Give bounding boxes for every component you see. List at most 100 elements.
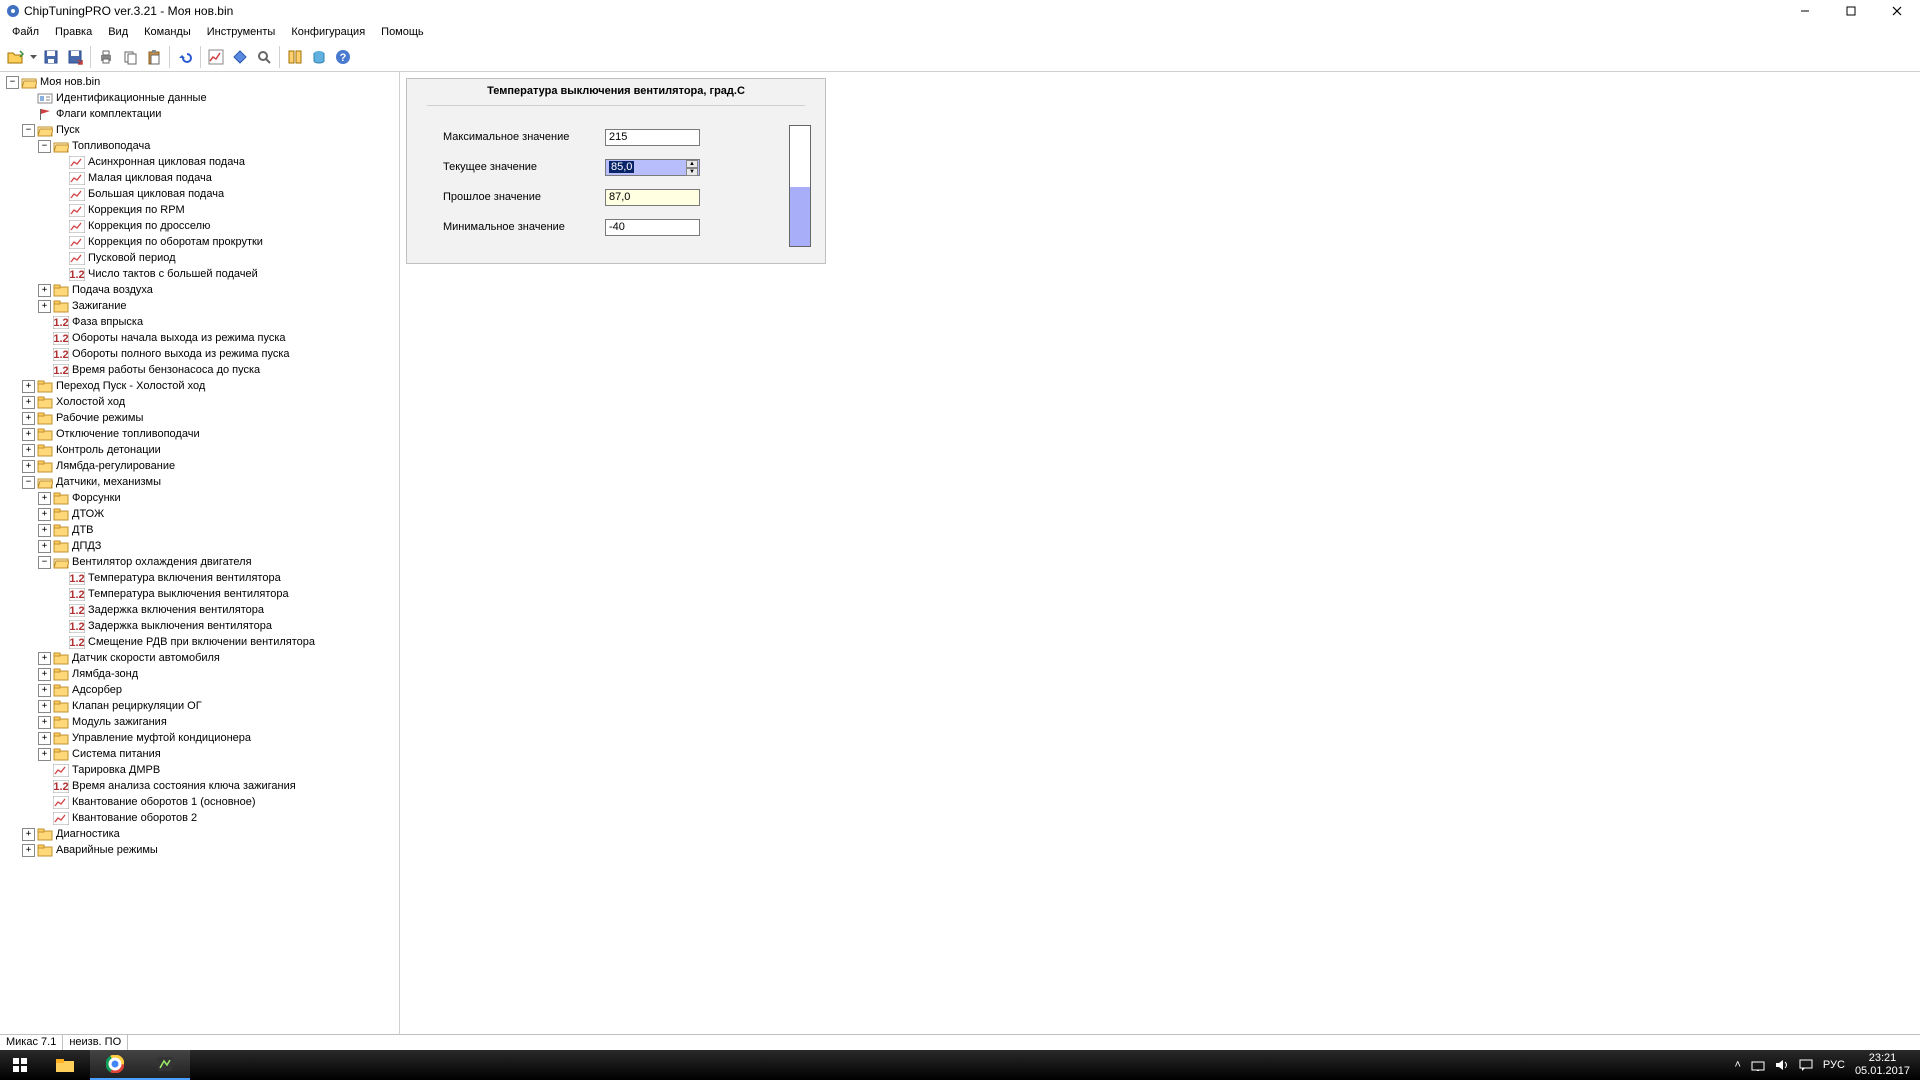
tree-item[interactable]: Малая цикловая подача [0,170,399,186]
tree-expander[interactable]: + [38,524,51,537]
tree-label[interactable]: Клапан рециркуляции ОГ [72,700,202,712]
tree-item[interactable]: Коррекция по дросселю [0,218,399,234]
tree-expander[interactable]: + [22,460,35,473]
tree-item[interactable]: 1.2Смещение РДВ при включении вентилятор… [0,634,399,650]
tree-item[interactable]: Коррекция по оборотам прокрутки [0,234,399,250]
tree-item[interactable]: +Подача воздуха [0,282,399,298]
tree-label[interactable]: Квантование оборотов 1 (основное) [72,796,256,808]
tree-label[interactable]: Квантование оборотов 2 [72,812,197,824]
tree-expander[interactable]: + [22,380,35,393]
tray-volume-icon[interactable] [1775,1059,1789,1071]
tree-label[interactable]: Задержка включения вентилятора [88,604,264,616]
toolbar-copy-icon[interactable] [119,46,141,68]
tree-item[interactable]: 1.2Обороты начала выхода из режима пуска [0,330,399,346]
toolbar-db-icon[interactable] [308,46,330,68]
tree-label[interactable]: Температура включения вентилятора [88,572,281,584]
menu-Файл[interactable]: Файл [4,24,47,40]
navigation-tree[interactable]: −Моя нов.binИдентификационные данные Флаг… [0,72,400,1034]
tree-item[interactable]: Квантование оборотов 1 (основное) [0,794,399,810]
tree-label[interactable]: Фаза впрыска [72,316,143,328]
tree-item[interactable]: Флаги комплектации [0,106,399,122]
tree-item[interactable]: +Холостой ход [0,394,399,410]
tree-item[interactable]: +Аварийные режимы [0,842,399,858]
tree-item[interactable]: Пусковой период [0,250,399,266]
tree-label[interactable]: Коррекция по RPM [88,204,185,216]
tree-item[interactable]: 1.2Обороты полного выхода из режима пуск… [0,346,399,362]
taskbar-explorer[interactable] [40,1050,90,1080]
tree-label[interactable]: Диагностика [56,828,120,840]
tree-expander[interactable]: + [38,668,51,681]
tree-item[interactable]: +ДТВ [0,522,399,538]
tree-expander[interactable]: − [38,140,51,153]
tree-item[interactable]: 1.2Число тактов с большей подачей [0,266,399,282]
toolbar-saveas-icon[interactable] [64,46,86,68]
tray-chevron-icon[interactable]: ˄ [1734,1059,1740,1071]
tree-label[interactable]: Адсорбер [72,684,122,696]
tree-item[interactable]: +Контроль детонации [0,442,399,458]
tree-item[interactable]: 1.2Задержка включения вентилятора [0,602,399,618]
menu-Вид[interactable]: Вид [100,24,136,40]
tree-label[interactable]: Отключение топливоподачи [56,428,200,440]
tree-label[interactable]: ДПДЗ [72,540,101,552]
minimize-button[interactable] [1782,0,1828,22]
toolbar-search-icon[interactable] [253,46,275,68]
menu-Правка[interactable]: Правка [47,24,100,40]
tree-label[interactable]: Пуск [56,124,80,136]
tree-item[interactable]: −Вентилятор охлаждения двигателя [0,554,399,570]
tree-item[interactable]: + ДПДЗ [0,538,399,554]
tree-label[interactable]: Контроль детонации [56,444,161,456]
menu-Инструменты[interactable]: Инструменты [199,24,284,40]
tree-item[interactable]: Квантование оборотов 2 [0,810,399,826]
menu-Помощь[interactable]: Помощь [373,24,432,40]
tree-label[interactable]: Время работы бензонасоса до пуска [72,364,260,376]
tray-network-icon[interactable] [1751,1059,1765,1071]
tree-label[interactable]: Малая цикловая подача [88,172,212,184]
tree-label[interactable]: Холостой ход [56,396,125,408]
tray-language[interactable]: РУС [1823,1059,1845,1071]
tree-label[interactable]: Модуль зажигания [72,716,167,728]
tree-item[interactable]: +Отключение топливоподачи [0,426,399,442]
tree-label[interactable]: Топливоподача [72,140,150,152]
tree-label[interactable]: Число тактов с большей подачей [88,268,258,280]
tree-item[interactable]: Идентификационные данные [0,90,399,106]
tree-item[interactable]: + Модуль зажигания [0,714,399,730]
tree-item[interactable]: +Зажигание [0,298,399,314]
tree-label[interactable]: Коррекция по дросселю [88,220,210,232]
toolbar-save-icon[interactable] [40,46,62,68]
tree-item[interactable]: +Система питания [0,746,399,762]
tree-item[interactable]: 1.2Задержка выключения вентилятора [0,618,399,634]
tree-label[interactable]: Температура выключения вентилятора [88,588,289,600]
tree-expander[interactable]: − [22,124,35,137]
taskbar-chrome[interactable] [90,1050,140,1080]
tree-expander[interactable]: + [38,652,51,665]
tree-label[interactable]: Тарировка ДМРВ [72,764,160,776]
tree-expander[interactable]: + [38,684,51,697]
tree-item[interactable]: 1.2Время работы бензонасоса до пуска [0,362,399,378]
tree-item[interactable]: −Моя нов.bin [0,74,399,90]
tree-item[interactable]: + Датчик скорости автомобиля [0,650,399,666]
tree-expander[interactable]: + [22,412,35,425]
tree-item[interactable]: 1.2Температура включения вентилятора [0,570,399,586]
tree-item[interactable]: + Адсорбер [0,682,399,698]
tree-expander[interactable]: + [38,748,51,761]
tree-label[interactable]: Коррекция по оборотам прокрутки [88,236,263,248]
tree-item[interactable]: +Лямбда-зонд [0,666,399,682]
tree-expander[interactable]: + [38,716,51,729]
tree-item[interactable]: +Переход Пуск - Холостой ход [0,378,399,394]
tree-label[interactable]: Обороты начала выхода из режима пуска [72,332,286,344]
tree-label[interactable]: Форсунки [72,492,121,504]
tree-label[interactable]: Задержка выключения вентилятора [88,620,272,632]
tree-label[interactable]: Флаги комплектации [56,108,161,120]
tree-label[interactable]: Асинхронная цикловая подача [88,156,245,168]
tree-item[interactable]: −Датчики, механизмы [0,474,399,490]
taskbar-app[interactable] [140,1050,190,1080]
toolbar-graph-icon[interactable] [205,46,227,68]
tree-label[interactable]: Смещение РДВ при включении вентилятора [88,636,315,648]
tree-item[interactable]: +Форсунки [0,490,399,506]
tree-expander[interactable]: + [38,540,51,553]
tree-item[interactable]: Коррекция по RPM [0,202,399,218]
tree-item[interactable]: − Топливоподача [0,138,399,154]
tree-item[interactable]: 1.2Фаза впрыска [0,314,399,330]
current-value-input[interactable]: 85,0 ▲▼ [605,159,700,176]
tree-label[interactable]: Датчик скорости автомобиля [72,652,220,664]
